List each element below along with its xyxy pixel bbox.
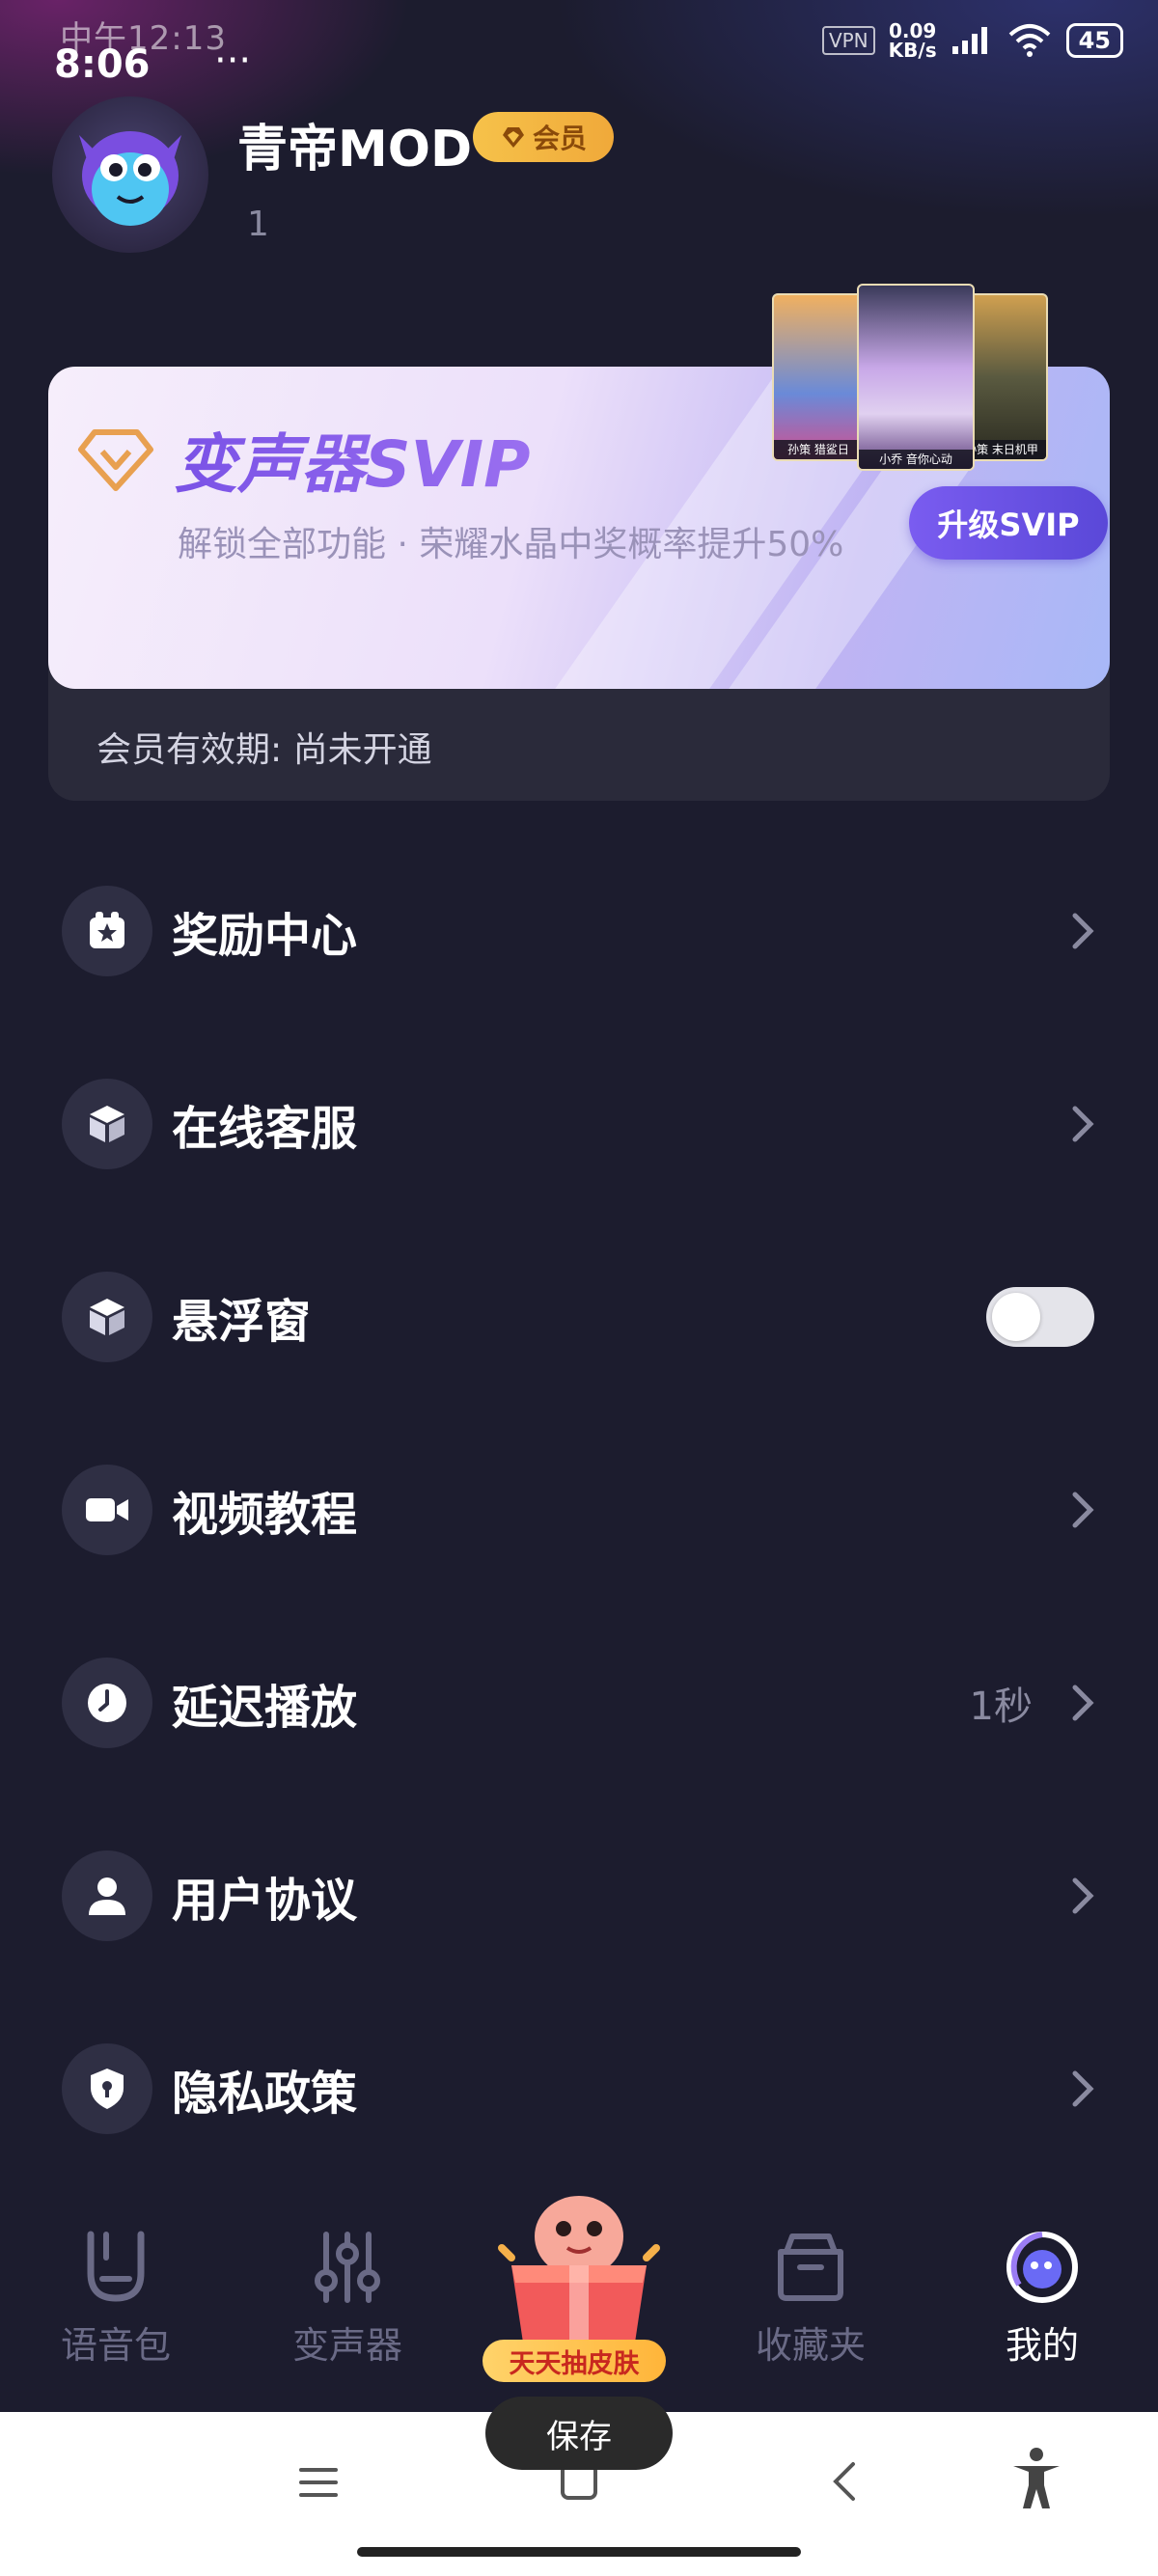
battery-icon: 45	[1065, 23, 1123, 58]
tab-voice-pack[interactable]: 语音包	[19, 2229, 212, 2369]
diamond-icon	[78, 429, 153, 491]
chevron-right-icon	[1062, 1875, 1104, 1917]
menu-item-online-service[interactable]: 在线客服	[62, 1076, 1104, 1172]
member-badge: 会员	[473, 112, 614, 162]
floating-window-toggle[interactable]	[986, 1287, 1094, 1347]
chevron-right-icon	[1062, 1489, 1104, 1531]
menu-label: 隐私政策	[172, 2067, 358, 2121]
hero-skin-caption: 小乔 音你心动	[859, 450, 973, 469]
user-icon	[62, 1850, 152, 1941]
lucky-draw-label: 天天抽皮肤	[482, 2340, 666, 2382]
menu-item-delay-playback[interactable]: 延迟播放 1秒	[62, 1655, 1104, 1751]
video-camera-icon	[62, 1465, 152, 1555]
sliders-icon	[315, 2232, 380, 2303]
vpn-icon: VPN	[821, 26, 875, 55]
accessibility-icon[interactable]	[1009, 2447, 1063, 2512]
member-badge-label: 会员	[532, 123, 587, 154]
save-toast: 保存	[485, 2397, 673, 2470]
home-indicator[interactable]	[357, 2547, 801, 2557]
folder-icon	[778, 2233, 843, 2301]
menu-label: 奖励中心	[172, 909, 358, 963]
wifi-icon	[1008, 24, 1050, 57]
status-right-group: VPN 0.09 KB/s 45	[821, 21, 1123, 60]
network-speed-unit: KB/s	[888, 39, 937, 62]
upgrade-svip-button[interactable]: 升级SVIP	[909, 486, 1108, 560]
menu-label: 在线客服	[172, 1102, 358, 1156]
cube-icon	[62, 1272, 152, 1362]
tab-label: 变声器	[291, 2324, 402, 2367]
menu-label: 延迟播放	[172, 1681, 358, 1735]
network-speed-value: 0.09	[888, 19, 937, 42]
toggle-knob	[992, 1293, 1040, 1341]
tab-label: 语音包	[60, 2324, 171, 2367]
gift-star-icon	[62, 886, 152, 976]
membership-expiry: 会员有效期: 尚未开通	[96, 730, 432, 770]
tab-label: 收藏夹	[755, 2324, 866, 2367]
menu-icon[interactable]	[297, 2466, 340, 2499]
tab-voice-changer[interactable]: 变声器	[251, 2229, 444, 2369]
signal-icon	[951, 27, 987, 54]
voice-pack-icon	[87, 2231, 145, 2302]
cube-icon	[62, 1079, 152, 1169]
network-speed: 0.09 KB/s	[889, 21, 937, 60]
clock-icon	[62, 1658, 152, 1748]
chevron-right-icon	[1062, 2068, 1104, 2110]
hero-skin-card: 小乔 音你心动	[857, 284, 975, 471]
mascot-icon	[79, 131, 181, 226]
menu-label: 悬浮窗	[172, 1295, 312, 1349]
svip-description: 解锁全部功能 · 荣耀水晶中奖概率提升50%	[178, 525, 844, 564]
hero-skin-caption: 孙策 猎鲨日	[774, 440, 863, 459]
tab-label: 我的	[1005, 2324, 1079, 2367]
chevron-right-icon	[1062, 910, 1104, 952]
hero-skin-card: 孙策 猎鲨日	[772, 293, 865, 461]
menu-label: 视频教程	[172, 1488, 358, 1542]
shield-lock-icon	[62, 2043, 152, 2134]
status-time: 8:06	[54, 42, 151, 87]
menu-item-privacy-policy[interactable]: 隐私政策	[62, 2041, 1104, 2137]
menu-item-video-tutorial[interactable]: 视频教程	[62, 1462, 1104, 1558]
lucky-draw-icon	[498, 2196, 660, 2343]
heart-diamond-icon	[502, 127, 524, 148]
menu-item-user-agreement[interactable]: 用户协议	[62, 1848, 1104, 1944]
back-icon[interactable]	[830, 2460, 859, 2503]
delay-value: 1秒	[969, 1685, 1033, 1729]
user-id: 1	[247, 205, 269, 244]
svip-title: 变声器SVIP	[174, 413, 531, 506]
menu-item-reward-center[interactable]: 奖励中心	[62, 883, 1104, 979]
status-more-dots: ···	[214, 39, 252, 83]
avatar[interactable]	[52, 96, 208, 253]
username: 青帝MOD	[237, 121, 473, 178]
tab-favorites[interactable]: 收藏夹	[714, 2229, 907, 2369]
hero-skins: 孙策 猎鲨日 孙策 末日机甲 小乔 音你心动	[772, 284, 1062, 473]
profile-ring-icon	[1006, 2232, 1078, 2303]
tab-mine[interactable]: 我的	[946, 2229, 1139, 2369]
chevron-right-icon	[1062, 1103, 1104, 1145]
menu-label: 用户协议	[172, 1874, 358, 1928]
chevron-right-icon	[1062, 1682, 1104, 1724]
menu-item-floating-window: 悬浮窗	[62, 1269, 1104, 1365]
